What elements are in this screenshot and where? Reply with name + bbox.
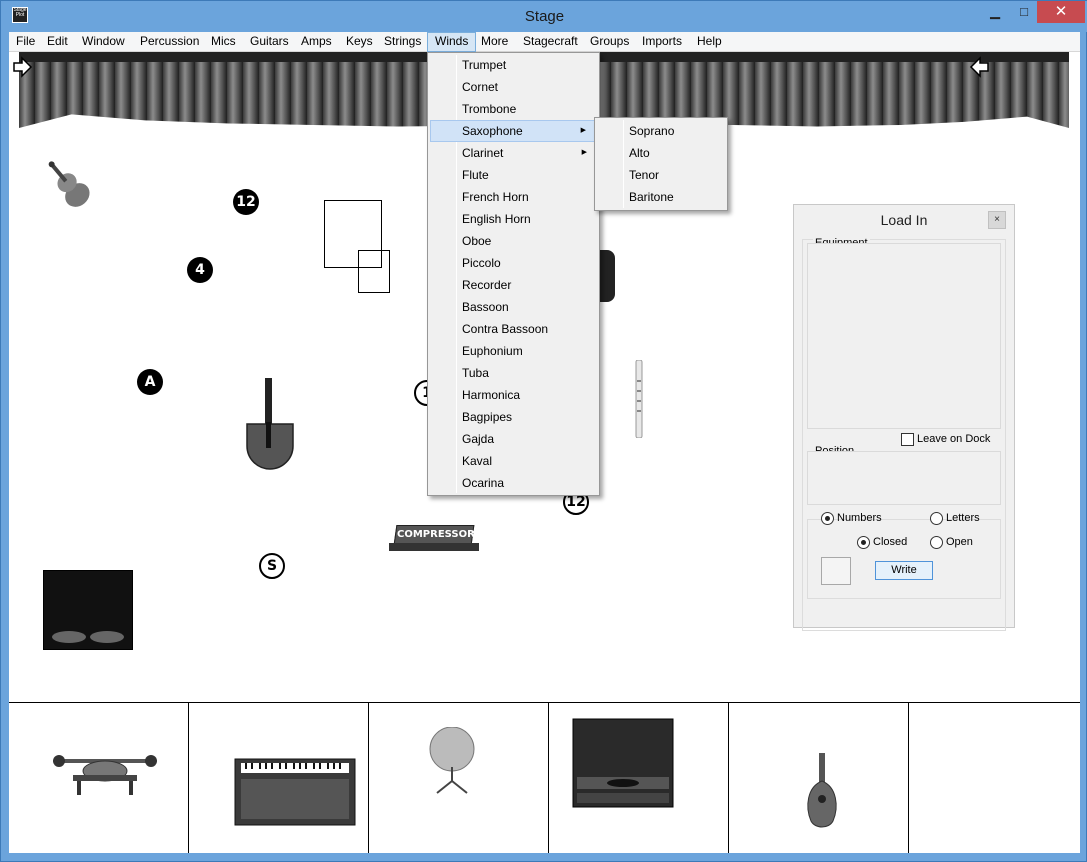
title-bar[interactable]: Stage Plot Stage ▁ □ ✕ bbox=[1, 1, 1087, 32]
close-button[interactable]: ✕ bbox=[1037, 1, 1085, 23]
menu-item-saxophone[interactable]: Saxophone ▶ bbox=[430, 120, 597, 142]
menu-item-french-horn[interactable]: French Horn bbox=[430, 186, 597, 208]
menu-item-tenor[interactable]: Tenor bbox=[597, 164, 725, 186]
open-label: Open bbox=[946, 536, 973, 548]
amp-icon[interactable] bbox=[599, 250, 615, 302]
arrow-left-icon[interactable] bbox=[969, 56, 991, 78]
numbers-radio[interactable] bbox=[821, 512, 834, 525]
menu-item-cornet[interactable]: Cornet bbox=[430, 76, 597, 98]
menu-percussion[interactable]: Percussion bbox=[133, 32, 206, 52]
menu-item-kaval[interactable]: Kaval bbox=[430, 450, 597, 472]
menu-bar: File Edit Window Percussion Mics Guitars… bbox=[9, 32, 1080, 52]
menu-edit[interactable]: Edit bbox=[40, 32, 75, 52]
menu-item-soprano[interactable]: Soprano bbox=[597, 120, 725, 142]
menu-item-gajda[interactable]: Gajda bbox=[430, 428, 597, 450]
arrow-right-icon[interactable] bbox=[11, 56, 33, 78]
palette-cell[interactable] bbox=[729, 703, 909, 853]
menu-window[interactable]: Window bbox=[75, 32, 132, 52]
mandolin-icon bbox=[807, 753, 837, 828]
menu-item-oboe[interactable]: Oboe bbox=[430, 230, 597, 252]
minimize-button[interactable]: ▁ bbox=[981, 1, 1009, 23]
equipment-list[interactable] bbox=[807, 243, 1001, 429]
compressor-label: COMPRESSOR bbox=[397, 529, 475, 540]
app-window: Stage Plot Stage ▁ □ ✕ File Edit Window … bbox=[0, 0, 1087, 862]
load-in-close-button[interactable]: × bbox=[988, 211, 1006, 229]
menu-item-english-horn[interactable]: English Horn bbox=[430, 208, 597, 230]
menu-item-euphonium[interactable]: Euphonium bbox=[430, 340, 597, 362]
position-area[interactable] bbox=[807, 451, 1001, 505]
menu-mics[interactable]: Mics bbox=[204, 32, 243, 52]
letter-badge[interactable]: A bbox=[137, 369, 163, 395]
menu-strings[interactable]: Strings bbox=[377, 32, 428, 52]
menu-item-clarinet-label: Clarinet bbox=[462, 146, 504, 160]
menu-item-recorder[interactable]: Recorder bbox=[430, 274, 597, 296]
menu-item-bagpipes[interactable]: Bagpipes bbox=[430, 406, 597, 428]
menu-item-flute[interactable]: Flute bbox=[430, 164, 597, 186]
palette-cell[interactable] bbox=[189, 703, 369, 853]
menu-help[interactable]: Help bbox=[690, 32, 729, 52]
saxophone-submenu: Soprano Alto Tenor Baritone bbox=[594, 117, 728, 211]
speaker-cabinet-icon[interactable] bbox=[43, 570, 133, 650]
number-badge[interactable]: 4 bbox=[187, 257, 213, 283]
compressor-icon[interactable]: COMPRESSOR bbox=[389, 525, 479, 553]
menu-item-saxophone-label: Saxophone bbox=[462, 124, 523, 138]
letters-label: Letters bbox=[946, 512, 980, 524]
winds-dropdown-menu: Trumpet Cornet Trombone Saxophone ▶ Clar… bbox=[427, 52, 600, 496]
letters-radio[interactable] bbox=[930, 512, 943, 525]
bass-cabinet-icon bbox=[572, 718, 674, 808]
menu-item-harmonica[interactable]: Harmonica bbox=[430, 384, 597, 406]
color-swatch[interactable] bbox=[821, 557, 851, 585]
menu-more[interactable]: More bbox=[474, 32, 515, 52]
menu-stagecraft[interactable]: Stagecraft bbox=[516, 32, 585, 52]
letter-badge[interactable]: S bbox=[259, 553, 285, 579]
riser-outline[interactable] bbox=[358, 250, 390, 293]
menu-keys[interactable]: Keys bbox=[339, 32, 380, 52]
menu-amps[interactable]: Amps bbox=[294, 32, 339, 52]
recorder-icon[interactable] bbox=[633, 360, 645, 438]
write-button[interactable]: Write bbox=[875, 561, 933, 580]
window-title: Stage bbox=[524, 8, 565, 25]
palette-cell[interactable] bbox=[909, 703, 1080, 853]
palette-cell[interactable] bbox=[9, 703, 189, 853]
menu-item-contra-bassoon[interactable]: Contra Bassoon bbox=[430, 318, 597, 340]
guitar-icon[interactable] bbox=[245, 378, 295, 470]
closed-radio[interactable] bbox=[857, 536, 870, 549]
menu-item-ocarina[interactable]: Ocarina bbox=[430, 472, 597, 494]
violin-icon[interactable] bbox=[39, 154, 99, 216]
menu-file[interactable]: File bbox=[9, 32, 42, 52]
menu-item-trombone[interactable]: Trombone bbox=[430, 98, 597, 120]
leave-on-dock-checkbox[interactable] bbox=[901, 433, 914, 446]
menu-item-clarinet[interactable]: Clarinet ▶ bbox=[430, 142, 597, 164]
number-badge[interactable]: 12 bbox=[233, 189, 259, 215]
menu-groups[interactable]: Groups bbox=[583, 32, 636, 52]
menu-item-baritone[interactable]: Baritone bbox=[597, 186, 725, 208]
maximize-button[interactable]: □ bbox=[1010, 1, 1038, 23]
submenu-arrow-icon: ▶ bbox=[581, 149, 587, 156]
load-in-panel: Load In × Equipment Leave on Dock Positi… bbox=[793, 204, 1015, 631]
keyboard-amp-icon bbox=[234, 758, 356, 826]
palette-cell[interactable] bbox=[549, 703, 729, 853]
submenu-arrow-icon: ▶ bbox=[580, 127, 586, 134]
closed-label: Closed bbox=[873, 536, 908, 548]
menu-item-bassoon[interactable]: Bassoon bbox=[430, 296, 597, 318]
menu-imports[interactable]: Imports bbox=[635, 32, 689, 52]
load-in-title: Load In bbox=[880, 212, 928, 228]
menu-item-trumpet[interactable]: Trumpet bbox=[430, 54, 597, 76]
menu-item-alto[interactable]: Alto bbox=[597, 142, 725, 164]
cymbal-stand-icon bbox=[429, 727, 475, 794]
menu-item-piccolo[interactable]: Piccolo bbox=[430, 252, 597, 274]
palette-cell[interactable] bbox=[369, 703, 549, 853]
menu-guitars[interactable]: Guitars bbox=[243, 32, 296, 52]
menu-winds[interactable]: Winds bbox=[427, 32, 477, 52]
equipment-palette bbox=[9, 702, 1080, 853]
menu-item-tuba[interactable]: Tuba bbox=[430, 362, 597, 384]
drum-pedal-icon bbox=[53, 755, 157, 795]
numbers-label: Numbers bbox=[837, 512, 882, 524]
open-radio[interactable] bbox=[930, 536, 943, 549]
leave-on-dock-label: Leave on Dock bbox=[917, 433, 991, 445]
